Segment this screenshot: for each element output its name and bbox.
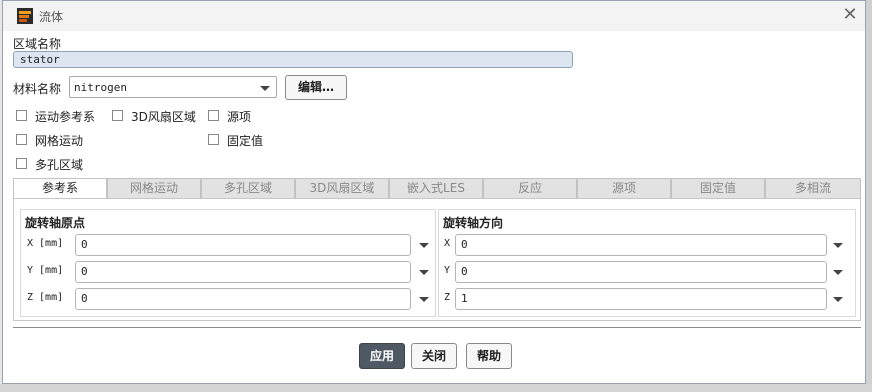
direction-z-label: Z [444, 292, 451, 303]
chevron-down-icon[interactable] [419, 243, 429, 248]
close-icon[interactable]: ✕ [841, 6, 859, 24]
chevron-down-icon[interactable] [419, 297, 429, 302]
tab-embedded-les[interactable]: 嵌入式LES [389, 178, 483, 199]
background-strip [0, 384, 872, 392]
direction-z-input[interactable]: 1 [455, 288, 827, 310]
zone-name-field[interactable]: stator [13, 51, 573, 68]
direction-y-label: Y [444, 265, 451, 276]
porous-zone-label: 多孔区域 [35, 158, 84, 172]
source-terms-label: 源项 [227, 110, 252, 124]
tab-reaction[interactable]: 反应 [483, 178, 577, 199]
zone-name-label: 区域名称 [13, 37, 62, 51]
reference-frame-panel: 旋转轴原点 X [mm] 0 Y [mm] 0 Z [mm] 0 旋转轴方向 X… [13, 198, 861, 321]
rotation-direction-title: 旋转轴方向 [443, 216, 504, 230]
tab-bar: 参考系 网格运动 多孔区域 3D风扇区域 嵌入式LES 反应 源项 固定值 多相… [13, 178, 861, 200]
tab-multiphase[interactable]: 多相流 [765, 178, 861, 199]
close-button[interactable]: 关闭 [411, 343, 457, 369]
fluid-dialog: 流体 ✕ 区域名称 stator 材料名称 nitrogen 编辑… 运动参考系… [2, 0, 866, 384]
footer-divider [13, 327, 861, 328]
direction-x-label: X [444, 238, 451, 249]
origin-x-label: X [mm] [27, 238, 64, 249]
material-name-label: 材料名称 [13, 82, 62, 96]
material-value: nitrogen [74, 81, 127, 94]
direction-x-input[interactable]: 0 [455, 234, 827, 256]
chevron-down-icon [260, 86, 270, 91]
porous-zone-checkbox[interactable] [16, 158, 27, 169]
moving-reference-checkbox[interactable] [16, 110, 27, 121]
tab-fixed-values[interactable]: 固定值 [671, 178, 765, 199]
direction-y-input[interactable]: 0 [455, 261, 827, 283]
chevron-down-icon[interactable] [833, 270, 843, 275]
help-button[interactable]: 帮助 [466, 343, 512, 369]
rotation-origin-group: 旋转轴原点 X [mm] 0 Y [mm] 0 Z [mm] 0 [20, 209, 436, 317]
fixed-values-checkbox[interactable] [208, 134, 219, 145]
mesh-motion-label: 网格运动 [35, 134, 84, 148]
chevron-down-icon[interactable] [833, 243, 843, 248]
tab-source-terms[interactable]: 源项 [577, 178, 671, 199]
fluent-app-icon [17, 8, 33, 24]
edit-material-button[interactable]: 编辑… [285, 75, 347, 100]
tab-mesh-motion[interactable]: 网格运动 [107, 178, 201, 199]
apply-button[interactable]: 应用 [359, 343, 405, 369]
origin-x-input[interactable]: 0 [75, 234, 411, 256]
moving-reference-label: 运动参考系 [35, 110, 96, 124]
source-terms-checkbox[interactable] [208, 110, 219, 121]
chevron-down-icon[interactable] [419, 270, 429, 275]
origin-y-label: Y [mm] [27, 265, 64, 276]
background-panel [866, 0, 872, 392]
fixed-values-label: 固定值 [227, 134, 264, 148]
origin-z-label: Z [mm] [27, 292, 64, 303]
rotation-origin-title: 旋转轴原点 [25, 216, 86, 230]
tab-reference-frame[interactable]: 参考系 [13, 178, 107, 200]
fan-zone-3d-checkbox[interactable] [112, 110, 123, 121]
tab-3d-fan-zone[interactable]: 3D风扇区域 [295, 178, 389, 199]
fan-zone-3d-label: 3D风扇区域 [131, 110, 196, 124]
mesh-motion-checkbox[interactable] [16, 134, 27, 145]
material-select[interactable]: nitrogen [69, 76, 277, 98]
rotation-direction-group: 旋转轴方向 X 0 Y 0 Z 1 [438, 209, 856, 317]
title-bar: 流体 ✕ [3, 1, 865, 31]
origin-z-input[interactable]: 0 [75, 288, 411, 310]
origin-y-input[interactable]: 0 [75, 261, 411, 283]
dialog-title: 流体 [39, 10, 64, 24]
tab-porous-zone[interactable]: 多孔区域 [201, 178, 295, 199]
chevron-down-icon[interactable] [833, 297, 843, 302]
